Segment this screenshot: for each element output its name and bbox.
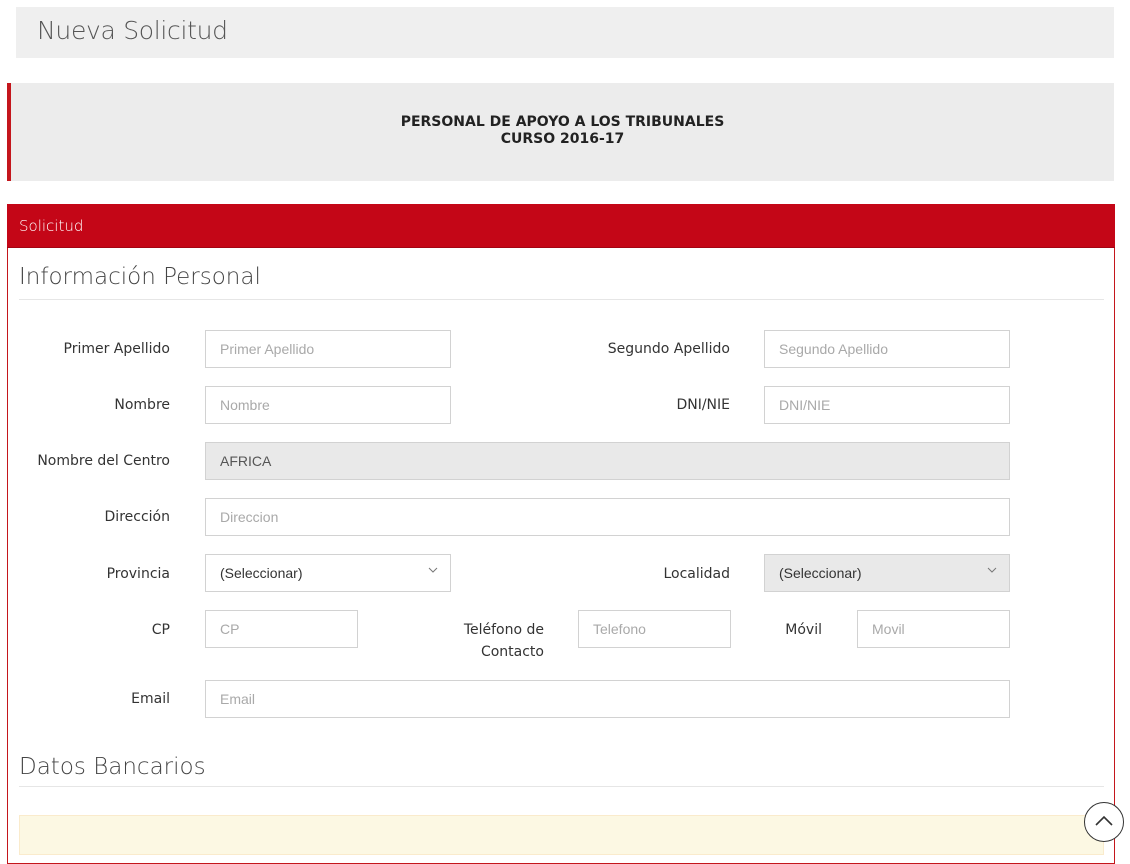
segundo-apellido-input[interactable] xyxy=(764,330,1010,368)
email-input[interactable] xyxy=(205,680,1010,718)
provincia-label: Provincia xyxy=(106,566,170,582)
direccion-label: Dirección xyxy=(104,509,170,525)
section-divider xyxy=(19,786,1104,787)
provincia-selected: (Seleccionar) xyxy=(220,565,303,581)
primer-apellido-label: Primer Apellido xyxy=(63,341,171,357)
chevron-down-icon xyxy=(987,567,997,573)
panel-heading: Solicitud xyxy=(7,204,1115,248)
cp-input[interactable] xyxy=(205,610,358,648)
banner-title: PERSONAL DE APOYO A LOS TRIBUNALES xyxy=(400,114,725,130)
movil-label: Móvil xyxy=(785,622,822,638)
banner-subtitle: CURSO 2016-17 xyxy=(500,131,625,147)
direccion-input[interactable] xyxy=(205,498,1010,536)
telefono-input[interactable] xyxy=(578,610,731,648)
section-title-personal: Información Personal xyxy=(19,264,261,290)
telefono-label-line1: Teléfono de xyxy=(463,622,544,638)
segundo-apellido-label: Segundo Apellido xyxy=(607,341,730,357)
nombre-label: Nombre xyxy=(114,397,170,413)
provincia-select[interactable]: (Seleccionar) xyxy=(205,554,451,592)
email-label: Email xyxy=(131,691,170,707)
section-divider xyxy=(19,299,1104,300)
chevron-up-icon xyxy=(1095,815,1113,826)
localidad-label: Localidad xyxy=(663,566,730,582)
panel-heading-label: Solicitud xyxy=(19,217,84,235)
telefono-label-line2: Contacto xyxy=(480,644,544,660)
bank-notice-alert xyxy=(19,815,1104,855)
localidad-selected: (Seleccionar) xyxy=(779,565,862,581)
section-title-bancarios: Datos Bancarios xyxy=(19,754,206,780)
movil-input[interactable] xyxy=(857,610,1010,648)
nombre-input[interactable] xyxy=(205,386,451,424)
centro-input xyxy=(205,442,1010,480)
dni-input[interactable] xyxy=(764,386,1010,424)
centro-label: Nombre del Centro xyxy=(37,453,170,469)
dni-label: DNI/NIE xyxy=(676,397,730,413)
localidad-select[interactable]: (Seleccionar) xyxy=(764,554,1010,592)
primer-apellido-input[interactable] xyxy=(205,330,451,368)
cp-label: CP xyxy=(151,622,170,638)
chevron-down-icon xyxy=(428,567,438,573)
page-header: Nueva Solicitud xyxy=(16,7,1114,58)
page-title: Nueva Solicitud xyxy=(37,16,228,45)
scroll-top-button[interactable] xyxy=(1084,802,1124,842)
call-banner: PERSONAL DE APOYO A LOS TRIBUNALES CURSO… xyxy=(7,83,1114,181)
